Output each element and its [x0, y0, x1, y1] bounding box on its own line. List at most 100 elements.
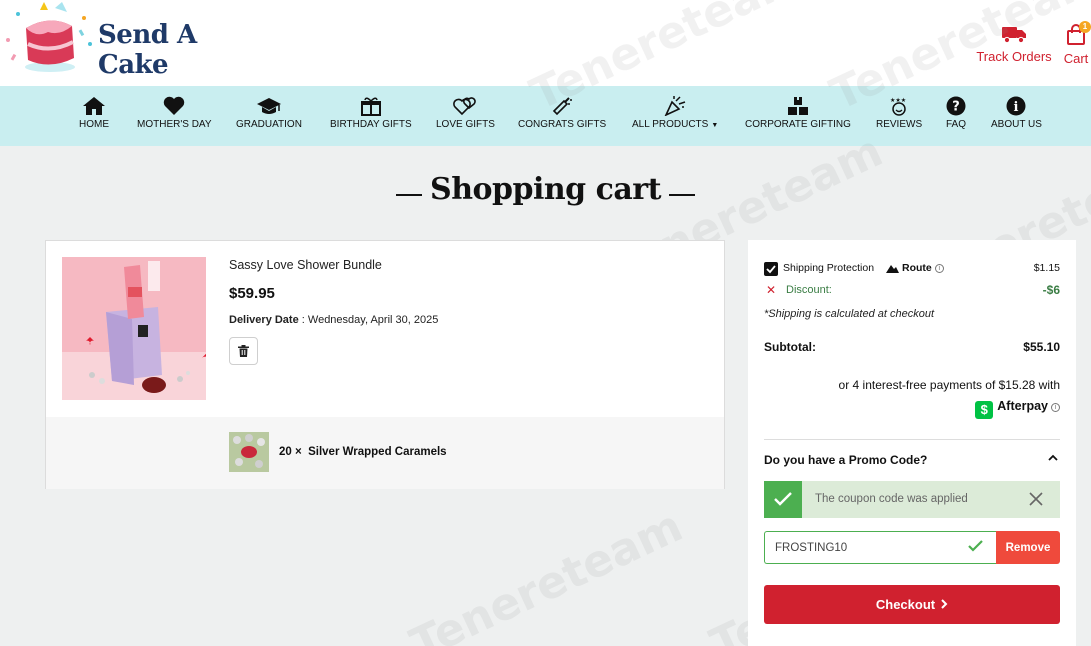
- addon-image: [229, 432, 269, 472]
- addon-name: Silver Wrapped Caramels: [308, 446, 447, 458]
- graduation-cap-icon: [256, 98, 281, 114]
- shipping-protection-checkbox[interactable]: [764, 262, 778, 276]
- gift-icon: [360, 97, 381, 116]
- nav-label: REVIEWS: [876, 119, 923, 130]
- site-header: Send A Cake Track Orders 1 Cart: [0, 0, 1091, 86]
- hearts-icon: [453, 97, 477, 116]
- main-nav: HOME MOTHER'S DAY GRADUATION BIRTHDAY GI…: [0, 86, 1091, 146]
- page-title: Shopping cart: [430, 172, 661, 207]
- track-orders-label: Track Orders: [976, 49, 1052, 64]
- shipping-protection-price: $1.15: [1033, 262, 1060, 274]
- truck-icon: [1002, 27, 1026, 44]
- nav-label: HOME: [79, 119, 109, 130]
- nav-item-reviews[interactable]: ★★★ REVIEWS: [876, 96, 922, 130]
- addon-text: 20 × Silver Wrapped Caramels: [279, 446, 447, 458]
- title-divider: [395, 193, 422, 196]
- route-brand: Route i: [886, 262, 944, 274]
- product-photo: [62, 257, 206, 400]
- nav-label: CONGRATS GIFTS: [518, 119, 607, 130]
- divider: [764, 439, 1060, 440]
- brand-name: Send A Cake: [98, 20, 197, 80]
- title-divider: [669, 193, 696, 196]
- question-icon: ?: [946, 96, 966, 116]
- nav-item-birthday-gifts[interactable]: BIRTHDAY GIFTS: [330, 96, 412, 130]
- nav-label: GRADUATION: [236, 119, 302, 130]
- remove-promo-button[interactable]: Remove: [996, 531, 1060, 564]
- nav-item-corporate-gifting[interactable]: CORPORATE GIFTING: [745, 96, 851, 130]
- nav-item-love-gifts[interactable]: LOVE GIFTS: [436, 96, 495, 130]
- nav-item-faq[interactable]: ? FAQ: [945, 96, 967, 130]
- nav-label: LOVE GIFTS: [436, 119, 495, 130]
- nav-label: MOTHER'S DAY: [137, 119, 212, 130]
- nav-label: BIRTHDAY GIFTS: [330, 119, 412, 130]
- page-title-wrap: Shopping cart: [0, 172, 1091, 207]
- cart-count-badge: 1: [1079, 21, 1091, 33]
- champagne-icon: [552, 97, 573, 116]
- delete-item-button[interactable]: [229, 337, 258, 365]
- cart-label: Cart: [1063, 51, 1089, 66]
- close-icon[interactable]: [1029, 492, 1043, 506]
- chevron-up-icon[interactable]: [1048, 454, 1058, 461]
- checkmark-icon: [766, 265, 776, 274]
- route-label: Route: [902, 262, 932, 274]
- delivery-date-label: Delivery Date: [229, 314, 299, 326]
- nav-label: CORPORATE GIFTING: [745, 119, 851, 130]
- nav-item-all-products[interactable]: ALL PRODUCTS ▼: [632, 96, 718, 130]
- svg-text:?: ?: [952, 100, 960, 115]
- nav-label: ABOUT US: [991, 119, 1042, 130]
- promo-code-input[interactable]: [764, 531, 996, 564]
- product-price: $59.95: [229, 285, 275, 302]
- promo-code-toggle[interactable]: Do you have a Promo Code?: [764, 453, 927, 467]
- cake-logo-icon: [6, 2, 92, 72]
- subtotal-value: $55.10: [1023, 340, 1060, 354]
- nav-item-mothers-day[interactable]: MOTHER'S DAY: [137, 96, 212, 130]
- nav-label: FAQ: [945, 119, 966, 130]
- chevron-down-icon: ▼: [711, 122, 719, 129]
- discount-label: Discount:: [786, 284, 832, 296]
- trash-icon: [238, 345, 249, 357]
- nav-item-congrats-gifts[interactable]: CONGRATS GIFTS: [518, 96, 606, 130]
- heart-icon: [164, 96, 185, 115]
- product-name[interactable]: Sassy Love Shower Bundle: [229, 258, 382, 272]
- boxes-icon: [787, 97, 808, 115]
- nav-item-home[interactable]: HOME: [79, 96, 109, 130]
- check-icon: [968, 540, 983, 552]
- delivery-date: Delivery Date : Wednesday, April 30, 202…: [229, 314, 438, 326]
- nav-label: ALL PRODUCTS: [632, 119, 709, 130]
- dollar-icon: $: [975, 401, 994, 419]
- product-image[interactable]: [62, 257, 206, 400]
- delivery-date-value: : Wednesday, April 30, 2025: [298, 314, 439, 326]
- home-icon: [83, 97, 105, 115]
- checkout-button[interactable]: Checkout: [764, 585, 1060, 624]
- info-icon[interactable]: i: [934, 264, 944, 273]
- coupon-success-text: The coupon code was applied: [815, 493, 968, 505]
- info-icon: i: [1006, 96, 1026, 116]
- track-orders-link[interactable]: Track Orders: [975, 24, 1053, 64]
- coupon-success-alert: The coupon code was applied: [764, 481, 1060, 518]
- watermark: Tenereteam: [402, 500, 691, 646]
- caramels-photo: [229, 432, 269, 472]
- route-logo-icon: [886, 265, 899, 273]
- stars-face-icon: ★★★: [890, 97, 906, 116]
- afterpay-text: or 4 interest-free payments of $15.28 wi…: [838, 378, 1060, 392]
- checkout-label: Checkout: [875, 597, 936, 612]
- discount-value: -$6: [1042, 283, 1060, 297]
- logo[interactable]: Send A Cake: [0, 0, 270, 80]
- subtotal-label: Subtotal:: [764, 340, 816, 354]
- info-icon[interactable]: i: [1051, 403, 1060, 412]
- remove-discount-icon[interactable]: ✕: [766, 283, 776, 297]
- success-check: [764, 481, 802, 518]
- party-popper-icon: [664, 96, 686, 116]
- cart-link[interactable]: 1 Cart: [1060, 21, 1091, 66]
- shipping-protection-label: Shipping Protection: [783, 262, 875, 274]
- nav-item-about-us[interactable]: i ABOUT US: [991, 96, 1042, 130]
- svg-text:i: i: [1014, 100, 1019, 115]
- shipping-note: *Shipping is calculated at checkout: [764, 308, 934, 320]
- nav-item-graduation[interactable]: GRADUATION: [236, 96, 302, 130]
- check-icon: [774, 492, 792, 506]
- cart-item-card: Sassy Love Shower Bundle $59.95 Delivery…: [45, 240, 725, 489]
- chevron-right-icon: [941, 599, 948, 609]
- afterpay-brand: $ Afterpay i: [975, 399, 1060, 419]
- afterpay-label: Afterpay: [997, 399, 1048, 413]
- addon-quantity: 20 ×: [279, 446, 302, 458]
